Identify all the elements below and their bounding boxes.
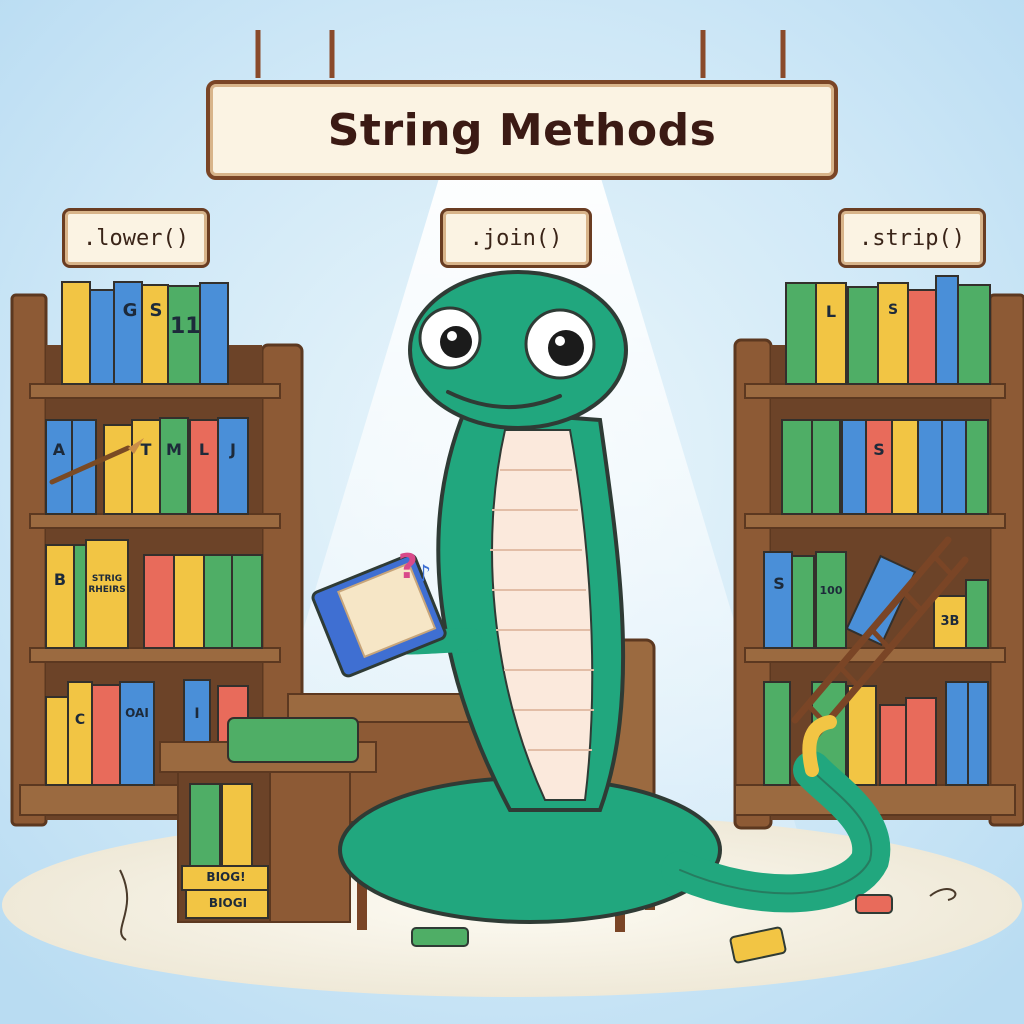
- book-spine-label: S: [773, 574, 785, 593]
- book-spine-label: T: [140, 440, 152, 459]
- method-sign-lower: .lower(): [62, 208, 210, 268]
- method-label: .join(): [469, 225, 563, 251]
- book-spine-label: BIOG!: [206, 870, 246, 884]
- book-spine-label: A: [52, 440, 66, 459]
- book-spine-label: M: [166, 440, 182, 459]
- book-spine-label: I: [194, 706, 200, 722]
- book-spine-label: STRIG RHEIRS: [88, 574, 126, 595]
- green-book-icon: [227, 717, 359, 763]
- book-spine-label: L: [198, 440, 210, 459]
- book-spine-label: BIOGI: [208, 896, 248, 910]
- method-sign-join: .join(): [440, 208, 592, 268]
- book-spine-label: S: [149, 300, 163, 321]
- book-spine-label: L: [825, 302, 837, 321]
- method-label: .strip(): [859, 225, 965, 251]
- page-title-sign: String Methods: [206, 80, 838, 180]
- book-spine-label: J: [230, 440, 236, 459]
- method-label: .lower(): [83, 225, 189, 251]
- book-spine-label: 3B: [940, 614, 960, 629]
- right-bookshelf: [733, 275, 1024, 830]
- book-spine-label: 11: [170, 314, 201, 339]
- book-spine-label: S: [873, 440, 885, 459]
- book-spine-label: OAI: [125, 706, 149, 720]
- book-spine-label: S: [887, 302, 899, 318]
- book-spine-label: G: [122, 300, 138, 321]
- book-spine-label: C: [74, 712, 86, 728]
- book-spine-label: B: [53, 570, 67, 589]
- book-spine-label: 100: [819, 584, 843, 597]
- question-mark-icon: ?: [398, 547, 418, 587]
- method-sign-strip: .strip(): [838, 208, 986, 268]
- page-title: String Methods: [327, 104, 717, 156]
- music-note-icon: ♪: [416, 560, 431, 588]
